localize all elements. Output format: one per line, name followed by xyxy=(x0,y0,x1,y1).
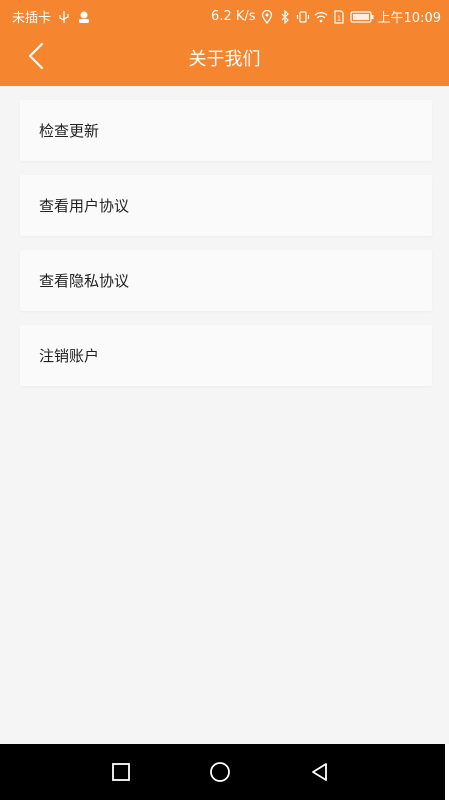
wifi-icon xyxy=(313,10,328,24)
status-left: 未插卡 xyxy=(12,7,91,26)
about-us-screen: 未插卡 6.2 K/s 1 上午10:09 关于我们 检查更新 查看用户协议 查… xyxy=(0,0,449,800)
vibrate-icon xyxy=(296,10,310,24)
menu-item-privacy-agreement[interactable]: 查看隐私协议 xyxy=(20,250,432,311)
svg-text:1: 1 xyxy=(336,14,340,22)
header: 关于我们 xyxy=(0,30,449,86)
screen-edge xyxy=(445,744,449,800)
bluetooth-icon xyxy=(278,9,292,24)
nav-back-button[interactable] xyxy=(308,760,332,784)
menu-item-user-agreement[interactable]: 查看用户协议 xyxy=(20,175,432,236)
menu-item-delete-account[interactable]: 注销账户 xyxy=(20,325,432,386)
clock-text: 上午10:09 xyxy=(377,11,441,26)
menu-item-check-update[interactable]: 检查更新 xyxy=(20,100,432,161)
notification-icon xyxy=(77,10,91,24)
square-icon xyxy=(112,763,130,781)
battery-icon xyxy=(349,10,374,24)
carrier-text: 未插卡 xyxy=(12,11,52,26)
page-title: 关于我们 xyxy=(188,49,261,70)
triangle-back-icon xyxy=(312,763,327,781)
status-right: 6.2 K/s 1 上午10:09 xyxy=(211,7,441,26)
status-bar: 未插卡 6.2 K/s 1 上午10:09 xyxy=(0,0,449,30)
circle-icon xyxy=(210,762,230,782)
sim-icon: 1 xyxy=(332,9,346,24)
menu-item-label: 查看用户协议 xyxy=(39,197,130,215)
menu-item-label: 检查更新 xyxy=(39,122,100,140)
location-icon xyxy=(260,9,274,24)
system-navigation-bar xyxy=(0,744,445,800)
settings-menu: 检查更新 查看用户协议 查看隐私协议 注销账户 xyxy=(20,100,432,400)
recents-button[interactable] xyxy=(109,760,133,784)
network-speed-text: 6.2 K/s xyxy=(211,9,256,24)
menu-item-label: 查看隐私协议 xyxy=(39,272,130,290)
menu-item-label: 注销账户 xyxy=(39,347,100,365)
home-button[interactable] xyxy=(208,760,232,784)
app-top-bar: 未插卡 6.2 K/s 1 上午10:09 关于我们 xyxy=(0,0,449,86)
usb-icon xyxy=(57,10,71,24)
